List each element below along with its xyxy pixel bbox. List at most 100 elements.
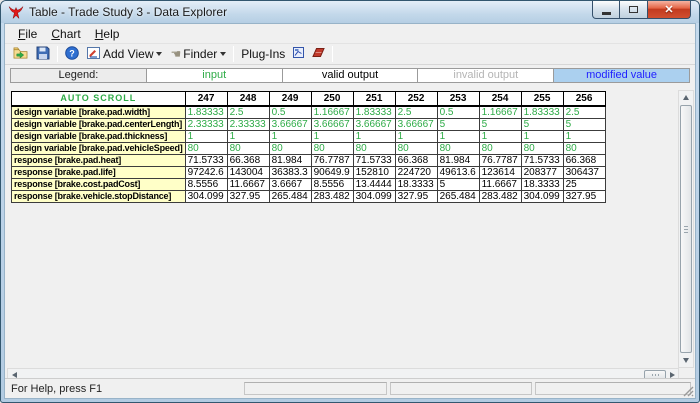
table-cell[interactable]: 80 — [353, 143, 395, 155]
table-cell[interactable]: 3.6667 — [269, 179, 311, 191]
column-header[interactable]: 248 — [227, 92, 269, 107]
row-label[interactable]: design variable [brake.pad.width] — [12, 106, 186, 119]
row-label[interactable]: design variable [brake.pad.centerLength] — [12, 119, 186, 131]
table-cell[interactable]: 1 — [563, 131, 605, 143]
table-cell[interactable]: 208377 — [521, 167, 563, 179]
table-cell[interactable]: 2.5 — [395, 106, 437, 119]
table-cell[interactable]: 5 — [521, 119, 563, 131]
table-cell[interactable]: 80 — [521, 143, 563, 155]
table-cell[interactable]: 304.099 — [521, 191, 563, 203]
column-header[interactable]: 251 — [353, 92, 395, 107]
column-header[interactable]: 256 — [563, 92, 605, 107]
vertical-scrollbar-thumb[interactable] — [680, 105, 692, 353]
row-label[interactable]: response [brake.pad.heat] — [12, 155, 186, 167]
table-cell[interactable]: 306437 — [563, 167, 605, 179]
table-cell[interactable]: 71.5733 — [521, 155, 563, 167]
column-header[interactable]: 253 — [437, 92, 479, 107]
table-cell[interactable]: 3.66667 — [353, 119, 395, 131]
row-label[interactable]: design variable [brake.pad.thickness] — [12, 131, 186, 143]
table-cell[interactable]: 81.984 — [437, 155, 479, 167]
row-label[interactable]: response [brake.vehicle.stopDistance] — [12, 191, 186, 203]
column-header[interactable]: 250 — [311, 92, 353, 107]
table-cell[interactable]: 2.5 — [563, 106, 605, 119]
table-cell[interactable]: 80 — [185, 143, 227, 155]
table-cell[interactable]: 1.16667 — [479, 106, 521, 119]
table-cell[interactable]: 283.482 — [479, 191, 521, 203]
table-cell[interactable]: 90649.9 — [311, 167, 353, 179]
table-cell[interactable]: 143004 — [227, 167, 269, 179]
table-cell[interactable]: 1 — [479, 131, 521, 143]
table-cell[interactable]: 5 — [563, 119, 605, 131]
finder-button[interactable]: ☚ Finder — [167, 45, 229, 63]
table-cell[interactable]: 265.484 — [437, 191, 479, 203]
table-cell[interactable]: 66.368 — [395, 155, 437, 167]
table-cell[interactable]: 49613.6 — [437, 167, 479, 179]
table-cell[interactable]: 80 — [227, 143, 269, 155]
table-cell[interactable]: 11.6667 — [479, 179, 521, 191]
table-cell[interactable]: 1.83333 — [353, 106, 395, 119]
table-cell[interactable]: 1.16667 — [311, 106, 353, 119]
open-button[interactable] — [10, 44, 31, 65]
add-view-button[interactable]: Add View — [84, 44, 165, 65]
table-cell[interactable]: 13.4444 — [353, 179, 395, 191]
table-cell[interactable]: 80 — [395, 143, 437, 155]
menu-file[interactable]: File — [11, 25, 44, 43]
save-button[interactable] — [33, 44, 53, 65]
table-cell[interactable]: 76.7787 — [311, 155, 353, 167]
table-cell[interactable]: 80 — [437, 143, 479, 155]
table-cell[interactable]: 0.5 — [269, 106, 311, 119]
table-cell[interactable]: 2.33333 — [185, 119, 227, 131]
table-cell[interactable]: 25 — [563, 179, 605, 191]
table-cell[interactable]: 66.368 — [227, 155, 269, 167]
scroll-down-button[interactable] — [679, 354, 693, 367]
table-cell[interactable]: 80 — [311, 143, 353, 155]
table-cell[interactable]: 304.099 — [353, 191, 395, 203]
table-cell[interactable]: 18.3333 — [521, 179, 563, 191]
table-cell[interactable]: 97242.6 — [185, 167, 227, 179]
table-cell[interactable]: 11.6667 — [227, 179, 269, 191]
table-cell[interactable]: 36383.3 — [269, 167, 311, 179]
table-cell[interactable]: 1 — [185, 131, 227, 143]
table-cell[interactable]: 1 — [269, 131, 311, 143]
table-cell[interactable]: 327.95 — [563, 191, 605, 203]
table-cell[interactable]: 3.66667 — [311, 119, 353, 131]
maximize-button[interactable] — [620, 1, 647, 19]
table-cell[interactable]: 1 — [311, 131, 353, 143]
table-cell[interactable]: 80 — [269, 143, 311, 155]
help-button[interactable]: ? — [62, 44, 82, 65]
table-cell[interactable]: 304.099 — [185, 191, 227, 203]
column-header[interactable]: 249 — [269, 92, 311, 107]
table-cell[interactable]: 71.5733 — [185, 155, 227, 167]
row-label[interactable]: response [brake.pad.life] — [12, 167, 186, 179]
column-header[interactable]: 252 — [395, 92, 437, 107]
close-button[interactable]: ✕ — [647, 1, 691, 19]
column-header[interactable]: 254 — [479, 92, 521, 107]
table-cell[interactable]: 8.5556 — [185, 179, 227, 191]
column-header[interactable]: 247 — [185, 92, 227, 107]
table-cell[interactable]: 1 — [395, 131, 437, 143]
table-cell[interactable]: 1 — [437, 131, 479, 143]
table-cell[interactable]: 224720 — [395, 167, 437, 179]
table-cell[interactable]: 3.66667 — [395, 119, 437, 131]
plugin-analysis-button[interactable] — [290, 45, 307, 63]
row-label[interactable]: response [brake.cost.padCost] — [12, 179, 186, 191]
table-cell[interactable]: 265.484 — [269, 191, 311, 203]
plugin-carpet-button[interactable] — [309, 45, 328, 63]
auto-scroll-header[interactable]: AUTO SCROLL — [12, 92, 186, 107]
table-cell[interactable]: 2.33333 — [227, 119, 269, 131]
table-cell[interactable]: 1.83333 — [521, 106, 563, 119]
table-cell[interactable]: 5 — [437, 119, 479, 131]
table-cell[interactable]: 2.5 — [227, 106, 269, 119]
table-cell[interactable]: 8.5556 — [311, 179, 353, 191]
menu-help[interactable]: Help — [88, 25, 127, 43]
table-cell[interactable]: 1.83333 — [185, 106, 227, 119]
table-cell[interactable]: 152810 — [353, 167, 395, 179]
table-cell[interactable]: 0.5 — [437, 106, 479, 119]
column-header[interactable]: 255 — [521, 92, 563, 107]
table-cell[interactable]: 1 — [353, 131, 395, 143]
row-label[interactable]: design variable [brake.pad.vehicleSpeed] — [12, 143, 186, 155]
table-cell[interactable]: 71.5733 — [353, 155, 395, 167]
table-cell[interactable]: 1 — [227, 131, 269, 143]
table-cell[interactable]: 1 — [521, 131, 563, 143]
table-cell[interactable]: 81.984 — [269, 155, 311, 167]
